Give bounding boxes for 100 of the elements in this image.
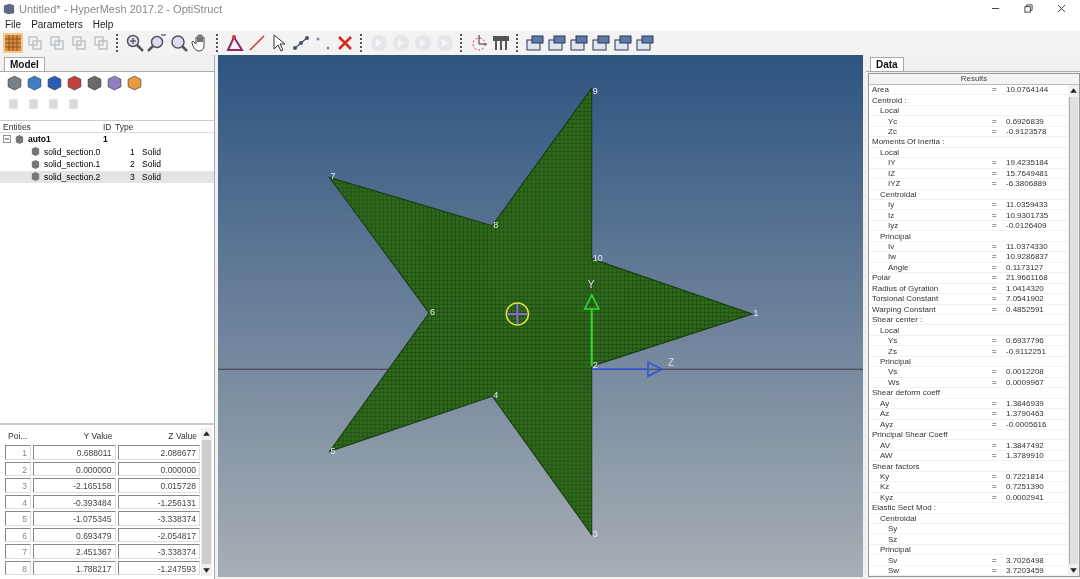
column-header[interactable]: Y Value [32, 428, 117, 445]
result-value: 10.0764144 [1006, 85, 1050, 95]
result-value: -0.0126409 [1006, 221, 1048, 231]
result-label: Kyz [879, 492, 895, 502]
result-label: Iy [887, 200, 896, 210]
table-cell[interactable]: 2.088677 [117, 445, 200, 460]
rotate-icon[interactable] [469, 33, 489, 53]
result-value: 0.6937796 [1006, 336, 1045, 346]
close-icon[interactable] [1057, 4, 1066, 13]
table-cell[interactable]: -2.165158 [33, 478, 116, 493]
node-label: 4 [493, 390, 499, 401]
table-cell[interactable]: 8 [5, 560, 31, 575]
result-value: 0.6926839 [1006, 116, 1045, 126]
result-value: 0.0009967 [1006, 377, 1045, 387]
equals-sign: = [992, 158, 998, 168]
result-label: Zc [887, 127, 898, 137]
tree-item[interactable]: auto1 [28, 134, 51, 145]
table-cell[interactable]: 0.693479 [33, 527, 116, 543]
triangle-icon[interactable] [225, 33, 245, 53]
node-label: 9 [592, 86, 598, 97]
window-view-icon[interactable] [547, 33, 567, 53]
result-value: 0.0012208 [1006, 367, 1045, 377]
column-header[interactable]: Z Value [116, 428, 201, 445]
result-label: AW [879, 451, 894, 461]
tree-row[interactable]: solid_section.2 3 Solid [0, 170, 214, 183]
menu-item[interactable]: File [5, 18, 22, 30]
result-label: Centroidal [879, 189, 918, 199]
zoom-in-icon[interactable] [125, 33, 145, 53]
table-cell[interactable]: 3 [5, 478, 31, 493]
type-cell-text: Solid [142, 159, 162, 170]
tree-row[interactable]: solid_section.0 1 Solid [0, 145, 214, 158]
table-cell[interactable]: 0.000000 [117, 461, 200, 477]
table-cell[interactable]: -1.247593 [117, 560, 200, 575]
window-title: Untitled* - HyperMesh 2017.2 - OptiStruct [19, 2, 223, 15]
result-value: 1.3847492 [1006, 440, 1045, 450]
equals-sign: = [992, 304, 998, 314]
table-cell[interactable]: 0.015728 [117, 478, 200, 493]
window-view-icon[interactable] [591, 33, 611, 53]
table-cell[interactable]: 5 [5, 511, 31, 526]
equals-sign: = [992, 283, 998, 293]
window-view-icon[interactable] [569, 33, 589, 53]
table-cell[interactable]: -2.054817 [117, 527, 200, 543]
equals-sign: = [992, 440, 998, 450]
model-tab[interactable]: Model [4, 57, 45, 71]
equals-sign: = [992, 200, 998, 210]
zoom-fit-icon[interactable] [169, 33, 189, 53]
zoom-out-icon[interactable] [147, 33, 167, 53]
table-cell[interactable]: -1.075345 [33, 511, 116, 526]
window-view-icon[interactable] [613, 33, 633, 53]
table-cell[interactable]: -3.338374 [117, 544, 200, 559]
window-view-icon[interactable] [635, 33, 655, 53]
result-value: 11.0374330 [1006, 242, 1049, 251]
table-cell[interactable]: 7 [5, 544, 31, 559]
table-cell[interactable]: -0.393484 [33, 494, 116, 510]
node-label: 6 [430, 307, 435, 317]
data-tab[interactable]: Data [870, 57, 904, 71]
scrollbar[interactable] [1068, 85, 1079, 576]
table-cell[interactable]: 4 [5, 494, 31, 510]
table-cell[interactable]: 2.451367 [33, 544, 116, 559]
result-value: 7.0541902 [1006, 294, 1045, 304]
result-label: Principal Shear Coeff [871, 430, 949, 440]
node-chain-icon[interactable] [291, 33, 311, 53]
result-label: Shear center : [871, 315, 924, 325]
column-header[interactable]: Poi... [4, 428, 32, 445]
table-cell[interactable]: 0.688011 [33, 445, 116, 460]
result-value: 0.7221814 [1006, 472, 1045, 481]
column-header: Results [869, 74, 1079, 85]
grid-icon[interactable] [3, 33, 23, 53]
column-header[interactable]: Type [115, 121, 155, 132]
table-cell[interactable]: -3.338374 [117, 511, 200, 526]
node-label: 1 [753, 308, 759, 318]
graphics-viewport[interactable]: Y Z 1 2 3 4 5 6 7 8 9 10 [218, 55, 863, 577]
restore-icon[interactable] [1024, 4, 1033, 13]
centroid-marker-icon [505, 302, 530, 326]
id-cell-text: 3 [130, 171, 136, 182]
column-header[interactable]: Entities [0, 121, 103, 132]
table-cell[interactable]: 0.000000 [33, 461, 116, 477]
result-value: 10.9301735 [1006, 210, 1050, 220]
collapse-icon[interactable] [3, 135, 11, 144]
node-label: 2 [592, 360, 598, 371]
table-cell[interactable]: 1.788217 [33, 560, 116, 575]
table-cell[interactable]: 1 [5, 445, 31, 460]
column-header[interactable]: ID [103, 121, 115, 132]
tree-row[interactable]: solid_section.1 2 Solid [0, 158, 214, 171]
equals-sign: = [992, 242, 998, 251]
result-value: -6.3806889 [1006, 179, 1048, 189]
ruler-icon[interactable] [491, 33, 511, 53]
result-label: Torsional Constant [871, 294, 940, 304]
menu-item[interactable]: Parameters [31, 18, 83, 30]
axis-label: Y [587, 278, 595, 290]
result-label: Principal [879, 545, 912, 555]
menu-item[interactable]: Help [92, 18, 114, 30]
window-view-icon[interactable] [525, 33, 545, 53]
table-cell[interactable]: -1.256131 [117, 494, 200, 510]
result-value: -0.0005616 [1006, 419, 1048, 429]
scrollbar[interactable] [201, 428, 212, 576]
table-cell[interactable]: 6 [5, 527, 31, 543]
table-cell[interactable]: 2 [5, 461, 31, 477]
line-icon[interactable] [247, 33, 267, 53]
equals-sign: = [992, 168, 998, 178]
